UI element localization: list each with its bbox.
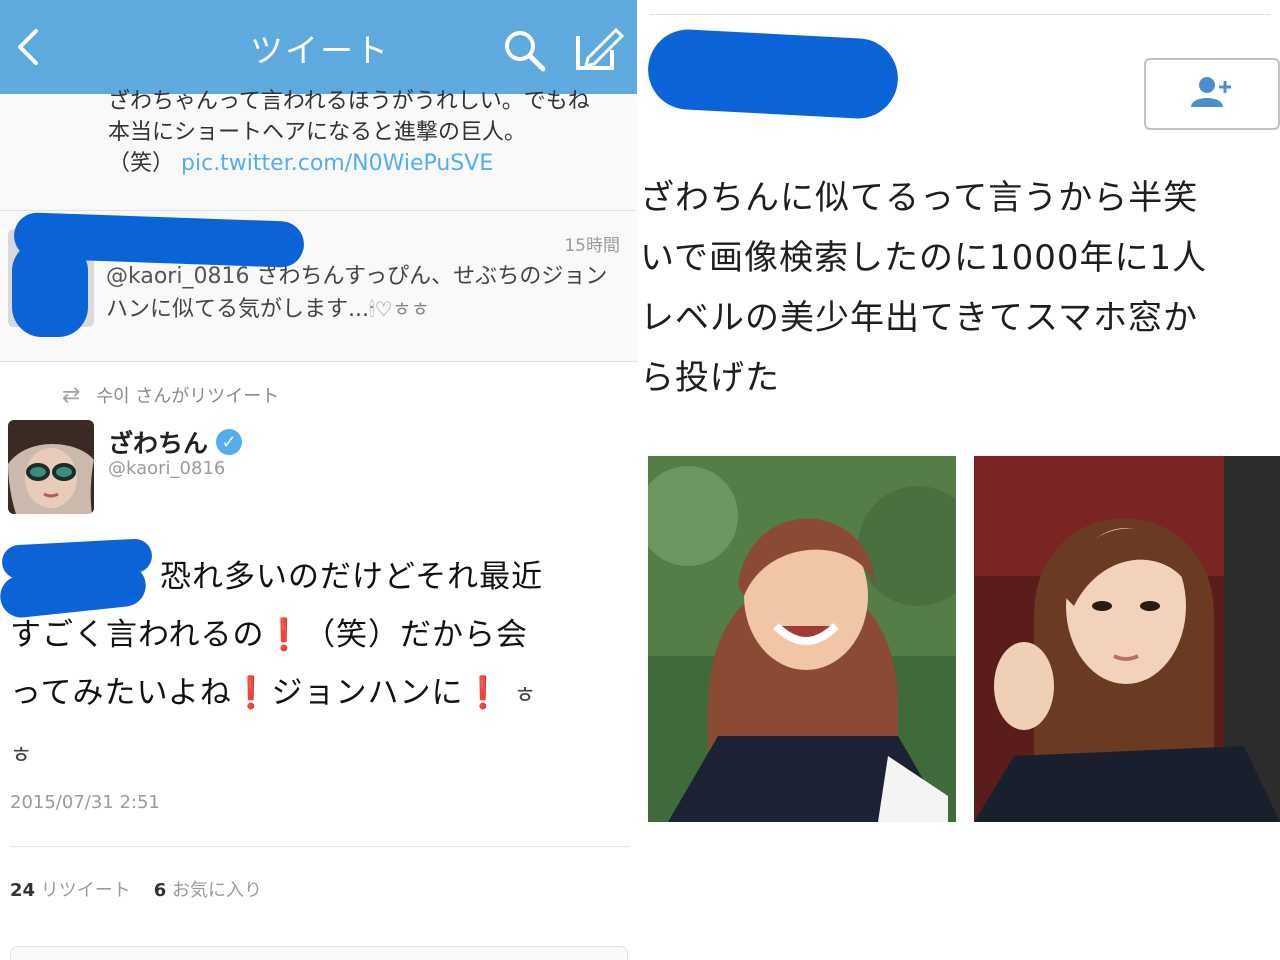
favorite-label[interactable]: お気に入り <box>172 880 262 901</box>
snippet-line: （笑） pic.twitter.com/N0WiePuSVE <box>108 148 628 179</box>
left-screenshot: ツイート ざわちゃんって言われるほうがうれしい。でもね 本当にショートヘアになる… <box>0 0 640 960</box>
tweet-body: ざわちんに似てるって言うから半笑 いで画像検索したのに1000年に1人 レベルの… <box>640 168 1270 408</box>
redaction-scribble <box>12 241 88 337</box>
tweet-text: ジョンハンに <box>271 675 464 711</box>
snippet-prefix: （笑） <box>108 151 175 176</box>
author-handle[interactable]: @kaori_0816 <box>108 458 225 479</box>
photo-link[interactable]: pic.twitter.com/N0WiePuSVE <box>181 151 493 176</box>
main-tweet: ⇄ 수이 さんがリツイート ざわちん ✓ @kaori_0816 恐れ多いのだけ… <box>0 362 640 960</box>
add-user-icon <box>1189 75 1235 113</box>
tweet-line: ㅎ <box>10 724 616 784</box>
tweet-text: ㅎ <box>10 741 34 769</box>
retweet-icon: ⇄ <box>62 382 81 408</box>
tweet-line: ら投げた <box>640 358 780 398</box>
tweet-text: ってみたいよね <box>10 675 232 711</box>
divider <box>10 846 630 847</box>
tweet-photo[interactable] <box>648 456 956 822</box>
favorite-count[interactable]: 6 <box>154 880 167 901</box>
reply-tweet[interactable]: 15時間 @kaori_0816 ざわちんすっぴん、せぶちのジョンハンに似てる気… <box>0 211 640 362</box>
search-icon[interactable] <box>500 26 548 74</box>
tweet-text: すごく言われるの <box>10 617 265 653</box>
tweet-line: レベルの美少年出てきてスマホ窓か <box>640 298 1198 338</box>
tweet-text: （笑）だから会 <box>304 617 529 653</box>
tweet-line: いで画像検索したのに1000年に1人 <box>640 238 1208 278</box>
retweet-label[interactable]: リツイート <box>41 880 131 901</box>
tweet-text: ㅎ <box>513 681 538 709</box>
follow-button[interactable] <box>1144 58 1280 130</box>
nav-bar: ツイート <box>0 0 640 94</box>
tweet-line: すごく言われるの❗（笑）だから会 <box>10 606 616 664</box>
chevron-left-icon[interactable] <box>8 24 48 70</box>
author-name[interactable]: ざわちん ✓ <box>108 424 243 460</box>
action-bar <box>10 946 628 960</box>
tweet-line: ってみたいよね❗ジョンハンに❗ ㅎ <box>10 664 616 724</box>
snippet-text: ざわちゃんって言われるほうがうれしい。でもね 本当にショートヘアになると進撃の巨… <box>108 86 628 179</box>
tweet-stats: 24 リツイート 6 お気に入り <box>10 876 262 902</box>
exclamation-icon: ❗ <box>463 675 504 711</box>
retweet-count[interactable]: 24 <box>10 880 35 901</box>
exclamation-icon: ❗ <box>264 617 305 653</box>
reply-emoji: 🕯♡ㅎㅎ <box>368 297 430 321</box>
reply-text: @kaori_0816 ざわちんすっぴん、せぶちのジョンハンに似てる気がします.… <box>106 261 626 326</box>
retweeted-by: 수이 さんがリツイート <box>96 386 280 407</box>
verified-badge-icon: ✓ <box>216 429 243 455</box>
nav-title: ツイート <box>250 31 390 70</box>
snippet-line: ざわちゃんって言われるほうがうれしい。でもね <box>108 89 590 114</box>
divider <box>650 14 1270 15</box>
snippet-line: 本当にショートヘアになると進撃の巨人。 <box>108 120 527 145</box>
tweet-date: 2015/07/31 2:51 <box>10 792 160 813</box>
tweet-line: ざわちんに似てるって言うから半笑 <box>640 178 1199 218</box>
redaction-scribble <box>646 27 900 121</box>
reply-timestamp: 15時間 <box>564 236 620 256</box>
tweet-photo[interactable] <box>974 456 1280 822</box>
reply-mention[interactable]: @kaori_0816 <box>106 264 249 289</box>
compose-icon[interactable] <box>572 24 626 74</box>
tweet-text: 恐れ多いのだけどそれ最近 <box>160 559 544 595</box>
author-avatar[interactable] <box>8 420 94 514</box>
quoted-tweet-snippet: ざわちゃんって言われるほうがうれしい。でもね 本当にショートヘアになると進撃の巨… <box>0 89 640 211</box>
retweet-context: ⇄ 수이 さんがリツイート <box>62 382 279 408</box>
right-screenshot: ざわちんに似てるって言うから半笑 いで画像検索したのに1000年に1人 レベルの… <box>640 0 1280 960</box>
author-name-text: ざわちん <box>108 429 209 458</box>
exclamation-icon: ❗ <box>231 675 272 711</box>
